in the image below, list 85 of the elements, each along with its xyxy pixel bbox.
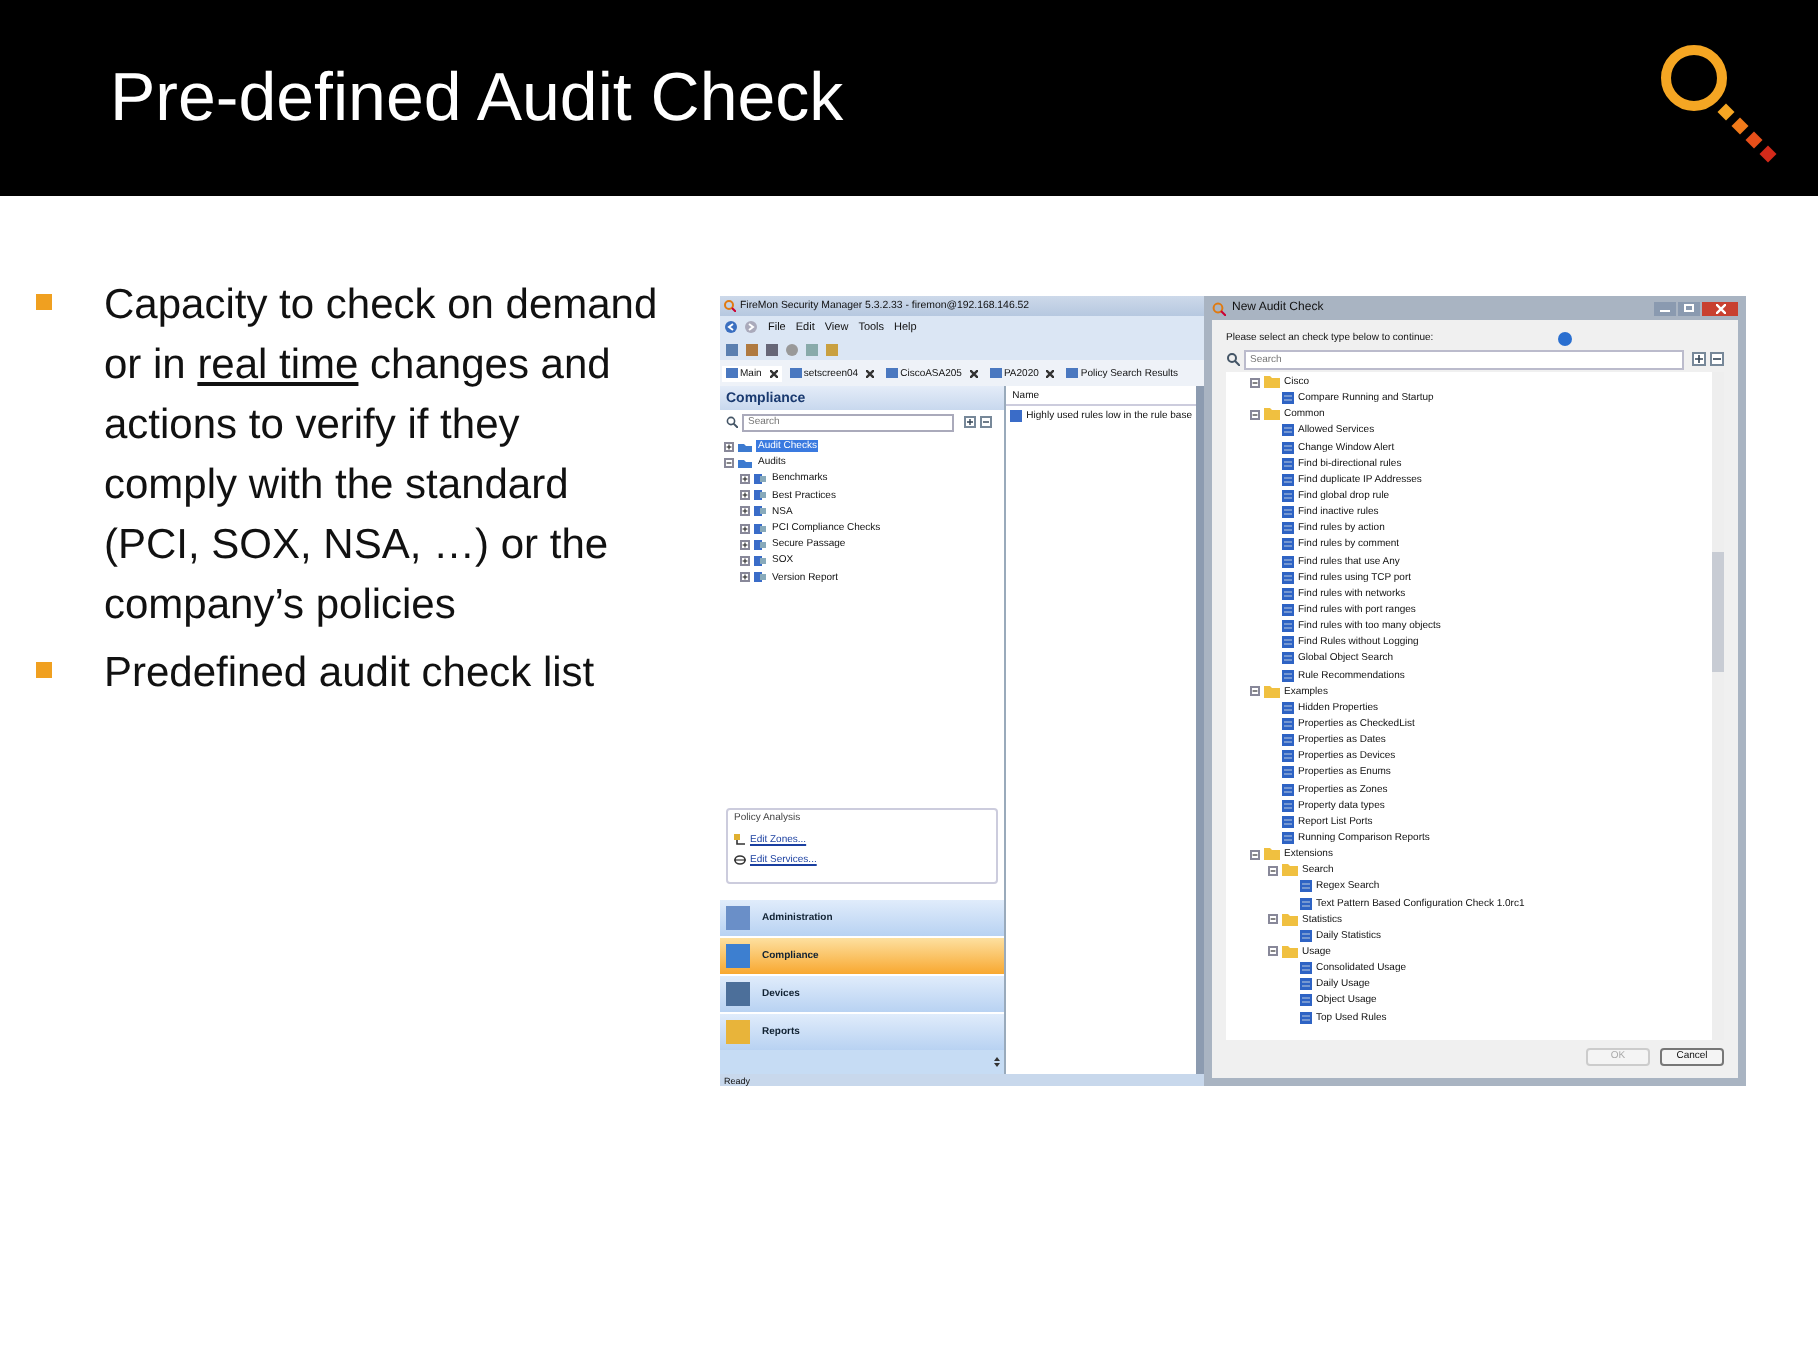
close-button[interactable] — [1702, 301, 1738, 315]
collapse-all-icon[interactable] — [980, 416, 992, 428]
document-icon — [1282, 587, 1294, 600]
document-icon — [1282, 734, 1294, 747]
document-icon — [1282, 506, 1294, 519]
report-icon — [1010, 410, 1023, 422]
close-icon[interactable] — [769, 369, 778, 377]
document-icon — [1282, 457, 1294, 470]
expander-icon[interactable] — [1250, 409, 1260, 420]
minimize-button[interactable] — [1654, 301, 1676, 315]
zones-icon — [734, 834, 746, 846]
document-icon — [1282, 555, 1294, 568]
document-icon — [1282, 701, 1294, 714]
document-icon — [1282, 522, 1294, 535]
expander-icon[interactable] — [1250, 849, 1260, 860]
document-icon — [1300, 1011, 1312, 1024]
document-icon — [1282, 620, 1294, 633]
document-icon — [1282, 750, 1294, 763]
expander-icon[interactable] — [1268, 946, 1278, 957]
expander-icon[interactable] — [1268, 914, 1278, 925]
expander-icon[interactable] — [740, 473, 750, 484]
document-icon — [1282, 490, 1294, 503]
close-icon[interactable] — [1046, 369, 1055, 377]
back-icon[interactable] — [724, 320, 738, 334]
expander-icon[interactable] — [724, 457, 734, 468]
document-icon — [1282, 424, 1294, 437]
expander-icon[interactable] — [1268, 865, 1278, 876]
bullet-icon — [36, 662, 52, 678]
close-icon[interactable] — [969, 369, 978, 377]
bullet-text: Capacity to check on demand or in real time changes and actions to verify if they comply with the standard (PCI, SOX, NSA, …) or the company’s policies — [104, 280, 660, 632]
slide-title: Pre-defined Audit Check — [110, 59, 844, 137]
expand-all-icon[interactable] — [1692, 352, 1706, 366]
app-logo-icon — [724, 300, 736, 312]
folder-icon — [1264, 376, 1280, 389]
minimize-icon — [1660, 305, 1670, 311]
close-icon[interactable] — [866, 369, 875, 377]
scroll-thumb[interactable] — [1712, 552, 1724, 672]
document-icon — [1300, 897, 1312, 910]
services-icon — [734, 854, 746, 866]
document-icon — [1300, 978, 1312, 991]
forward-icon[interactable] — [744, 320, 758, 334]
document-icon — [1300, 962, 1312, 975]
collapse-all-icon[interactable] — [1710, 352, 1724, 366]
search-icon — [726, 416, 738, 428]
folder-icon — [1282, 945, 1298, 958]
expander-icon[interactable] — [740, 539, 750, 550]
document-icon — [1282, 538, 1294, 551]
document-icon — [1300, 994, 1312, 1007]
document-icon — [1282, 392, 1294, 405]
folder-icon — [1282, 913, 1298, 926]
document-icon — [1282, 669, 1294, 682]
folder-icon — [1264, 685, 1280, 698]
expander-icon[interactable] — [1250, 377, 1260, 388]
document-icon — [1282, 636, 1294, 649]
expander-icon[interactable] — [740, 572, 750, 583]
chevron-icon[interactable] — [994, 1056, 1001, 1068]
expander-icon[interactable] — [740, 523, 750, 534]
bullet-text: Predefined audit check list — [104, 648, 597, 700]
expander-icon[interactable] — [740, 490, 750, 501]
expander-icon[interactable] — [740, 506, 750, 517]
dialog-icon — [1212, 301, 1226, 315]
document-icon — [1282, 473, 1294, 486]
document-icon — [1282, 441, 1294, 454]
document-icon — [1282, 652, 1294, 665]
document-icon — [1282, 604, 1294, 617]
help-icon[interactable] — [1558, 331, 1572, 345]
document-icon — [1282, 799, 1294, 812]
close-icon — [1715, 303, 1725, 313]
maximize-icon — [1684, 304, 1694, 312]
document-icon — [1282, 783, 1294, 796]
expand-all-icon[interactable] — [964, 416, 976, 428]
document-icon — [1282, 571, 1294, 584]
maximize-button[interactable] — [1678, 301, 1700, 315]
document-icon — [1282, 832, 1294, 844]
document-icon — [1282, 815, 1294, 828]
document-icon — [1282, 718, 1294, 731]
document-icon — [1300, 929, 1312, 942]
document-icon — [1282, 766, 1294, 779]
folder-icon — [1264, 408, 1280, 421]
expander-icon[interactable] — [1250, 686, 1260, 697]
document-icon — [1300, 880, 1312, 893]
expander-icon[interactable] — [724, 441, 734, 452]
bullet-icon — [36, 294, 52, 310]
search-icon — [1226, 352, 1240, 366]
expander-icon[interactable] — [740, 555, 750, 566]
